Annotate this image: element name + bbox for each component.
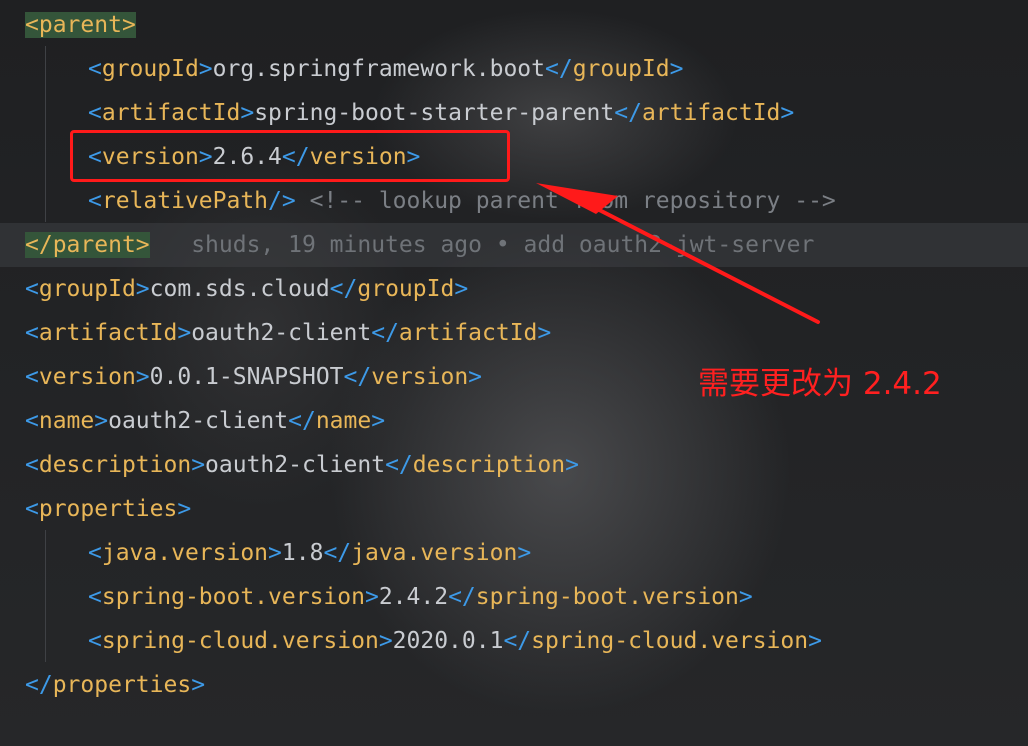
arrow-shaft [570, 194, 820, 324]
annotation-text: 需要更改为 2.4.2 [698, 366, 942, 402]
arrow-head [536, 183, 618, 214]
code-editor[interactable]: <parent> <groupId>org.springframework.boo… [0, 0, 1028, 746]
